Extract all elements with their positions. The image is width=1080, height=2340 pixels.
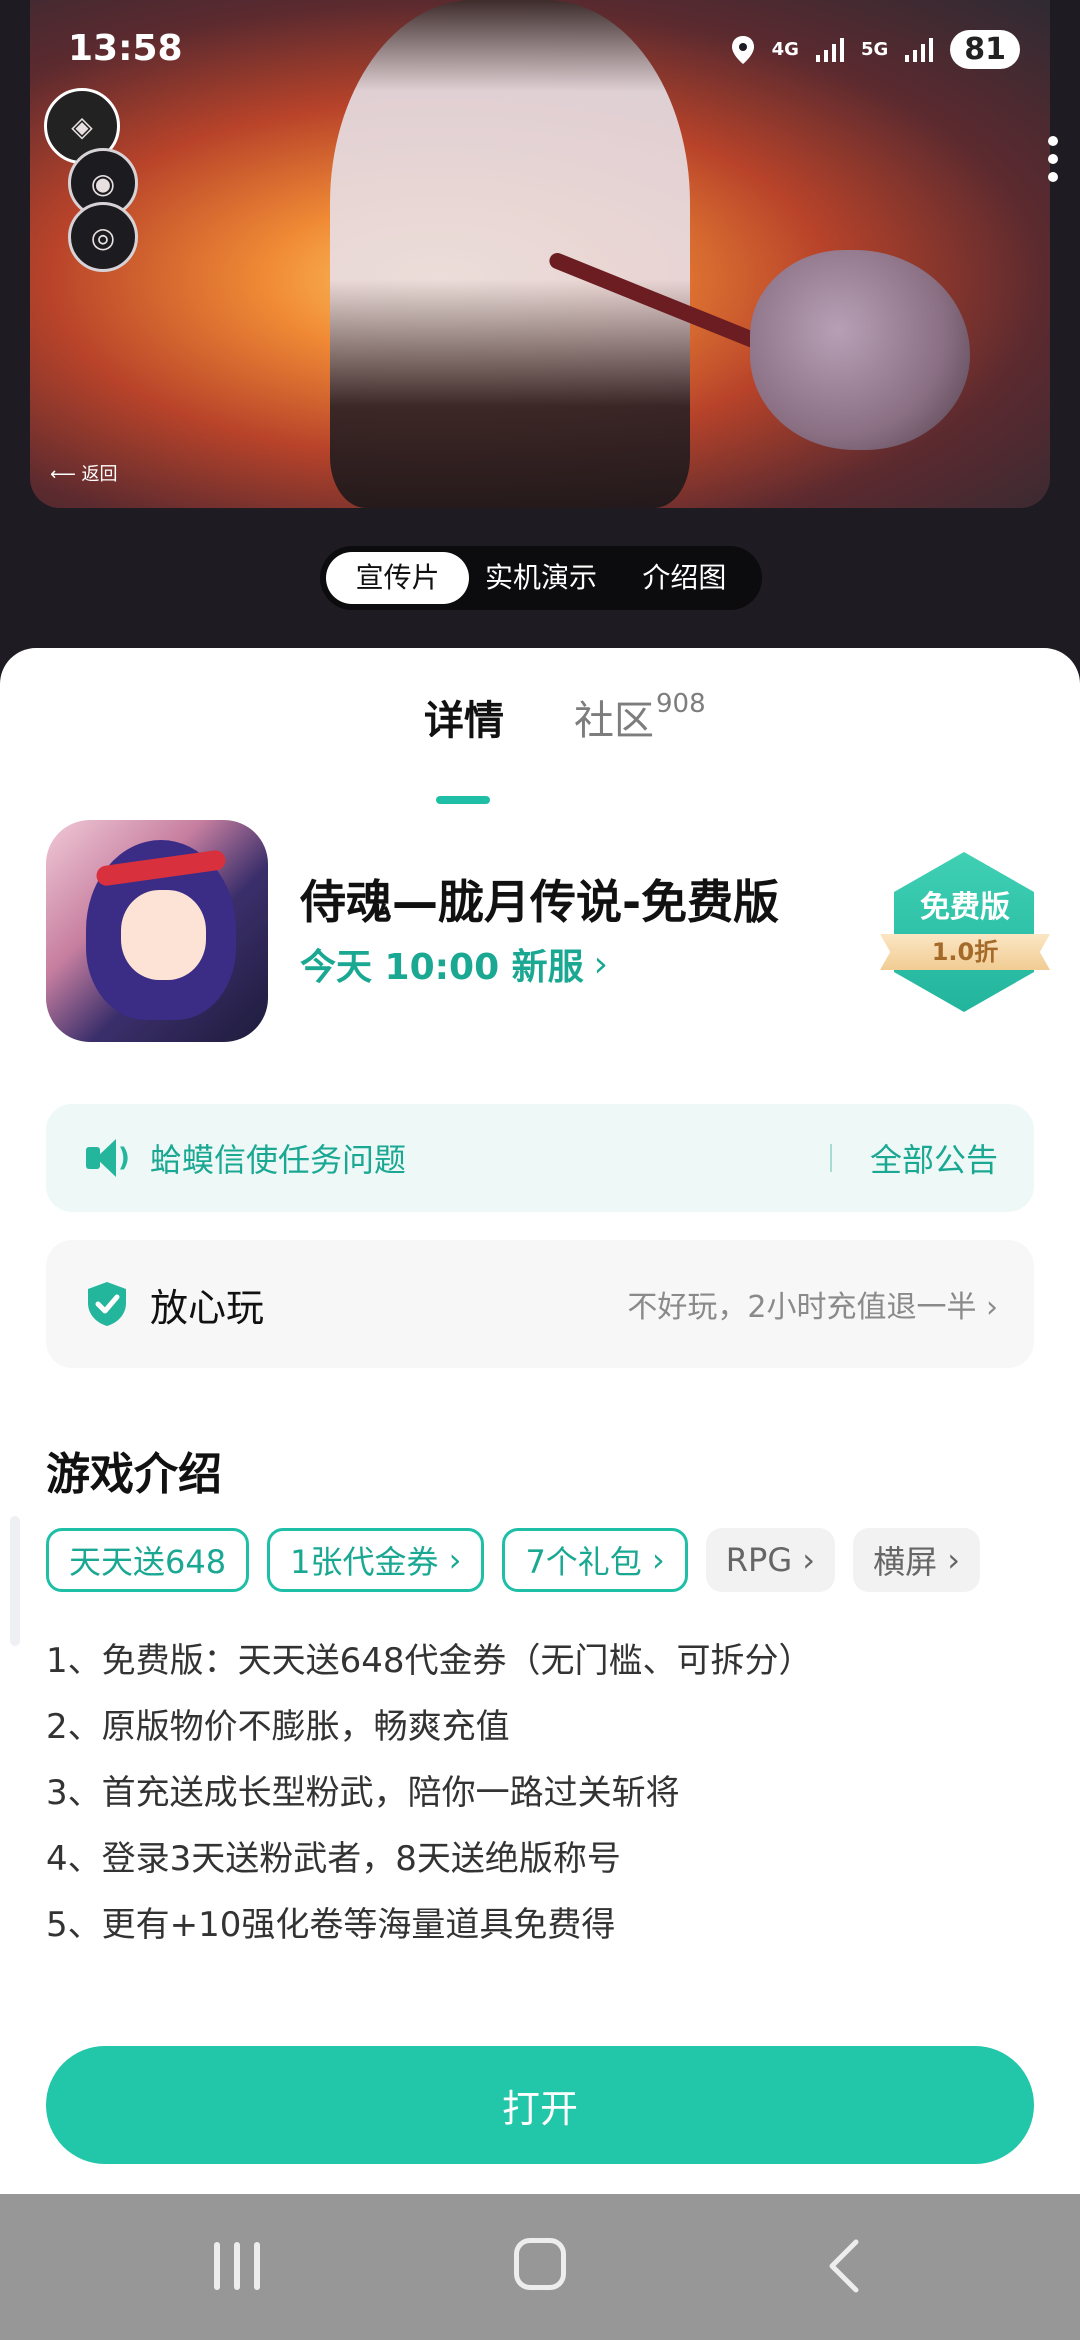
tag-label: 1张代金券 <box>290 1543 439 1581</box>
intro-list: 1、免费版：天天送648代金券（无门槛、可拆分） 2、原版物价不膨胀，畅爽充值 … <box>46 1628 813 1958</box>
chevron-right-icon: › <box>986 1290 998 1325</box>
detail-sheet: 详情 社区908 侍魂—胧月传说-免费版 今天 10:00 新服 › 免费版 1… <box>0 648 1080 2194</box>
tab-promo-video[interactable]: 宣传片 <box>326 552 470 604</box>
safe-play-desc: 不好玩，2小时充值退一半 › <box>627 1282 998 1326</box>
status-icons: 4G 5G 81 <box>730 30 1020 69</box>
media-header: ◈ ◉ ◎ ⟵ 返回 13:58 4G 5G 81 宣传片 实机演示 介绍图 <box>0 0 1080 700</box>
recent-apps-icon[interactable] <box>214 2242 260 2290</box>
safe-play-desc-text: 不好玩，2小时充值退一半 <box>627 1290 977 1325</box>
video-back-link: ⟵ 返回 <box>50 464 118 485</box>
free-version-badge: 免费版 1.0折 <box>880 852 1050 1032</box>
badge-hexagon <box>894 852 1034 1012</box>
tag-gift-packs[interactable]: 7个礼包 › <box>502 1528 688 1592</box>
safe-play-bar[interactable]: 放心玩 不好玩，2小时充值退一半 › <box>46 1240 1034 1368</box>
intro-line: 5、更有+10强化卷等海量道具免费得 <box>46 1905 616 1945</box>
tag-label: 天天送648 <box>69 1543 227 1581</box>
intro-line: 4、登录3天送粉武者，8天送绝版称号 <box>46 1839 621 1879</box>
network-5g-label: 5G <box>860 39 889 60</box>
all-announcements-link[interactable]: 全部公告 <box>870 1135 998 1181</box>
back-icon[interactable] <box>826 2238 862 2294</box>
intro-line: 2、原版物价不膨胀，畅爽充值 <box>46 1707 510 1747</box>
announcement-bar[interactable]: ) 蛤蟆信使任务问题 全部公告 <box>46 1104 1034 1212</box>
signal-icon <box>905 37 934 62</box>
shield-check-icon <box>86 1281 128 1327</box>
tag-rpg[interactable]: RPG › <box>705 1528 836 1592</box>
chevron-right-icon: › <box>651 1541 665 1579</box>
tag-label: RPG <box>725 1541 793 1579</box>
new-server-link[interactable]: 今天 10:00 新服 › <box>300 938 608 990</box>
video-back-label: 返回 <box>81 464 118 485</box>
video-rock <box>750 250 970 450</box>
announcement-text: 蛤蟆信使任务问题 <box>150 1141 407 1179</box>
tab-details[interactable]: 详情 <box>424 688 504 746</box>
open-button[interactable]: 打开 <box>46 2046 1034 2164</box>
home-icon[interactable] <box>514 2238 566 2290</box>
speaker-icon: ) <box>86 1139 130 1177</box>
intro-line: 3、首充送成长型粉武，陪你一路过关斩将 <box>46 1773 680 1813</box>
tag-list: 天天送648 1张代金券 › 7个礼包 › RPG › 横屏 › <box>46 1528 981 1592</box>
status-time: 13:58 <box>68 28 183 69</box>
chevron-right-icon: › <box>448 1541 462 1579</box>
network-4g-label: 4G <box>771 39 799 60</box>
server-info-text: 今天 10:00 新服 <box>300 947 584 988</box>
badge-label: 免费版 <box>920 890 1010 925</box>
more-options-icon[interactable] <box>1048 136 1058 182</box>
system-nav-bar <box>0 2194 1080 2340</box>
signal-icon <box>815 37 844 62</box>
tab-community-label: 社区 <box>574 698 654 744</box>
intro-title: 游戏介绍 <box>46 1449 222 1500</box>
active-tab-indicator <box>436 796 490 804</box>
tag-landscape[interactable]: 横屏 › <box>853 1528 981 1592</box>
tab-gameplay-demo[interactable]: 实机演示 <box>469 552 612 604</box>
discount-ribbon: 1.0折 <box>880 934 1050 970</box>
chevron-right-icon: › <box>947 1541 961 1579</box>
tag-label: 横屏 <box>873 1543 938 1581</box>
game-icon <box>46 820 268 1042</box>
chevron-right-icon: › <box>802 1541 816 1579</box>
game-title: 侍魂—胧月传说-免费版 <box>300 875 780 929</box>
tag-label: 7个礼包 <box>525 1543 642 1581</box>
tab-community[interactable]: 社区908 <box>574 688 706 746</box>
community-count: 908 <box>656 689 706 719</box>
video-character <box>330 0 690 508</box>
location-icon <box>731 35 754 64</box>
main-tab-bar: 详情 社区908 <box>0 688 1080 804</box>
intro-line: 1、免费版：天天送648代金券（无门槛、可拆分） <box>46 1641 813 1681</box>
divider <box>829 1144 832 1172</box>
tag-voucher[interactable]: 1张代金券 › <box>267 1528 485 1592</box>
scroll-indicator <box>10 1516 20 1646</box>
skill-icon: ◎ <box>68 202 138 272</box>
promo-video[interactable]: ◈ ◉ ◎ ⟵ 返回 <box>30 0 1050 508</box>
chevron-right-icon: › <box>593 943 609 985</box>
tag-daily-648[interactable]: 天天送648 <box>46 1528 250 1592</box>
safe-play-label: 放心玩 <box>150 1285 265 1330</box>
tab-intro-images[interactable]: 介绍图 <box>613 552 756 604</box>
battery-badge: 81 <box>950 30 1020 69</box>
media-tab-bar: 宣传片 实机演示 介绍图 <box>320 546 762 610</box>
